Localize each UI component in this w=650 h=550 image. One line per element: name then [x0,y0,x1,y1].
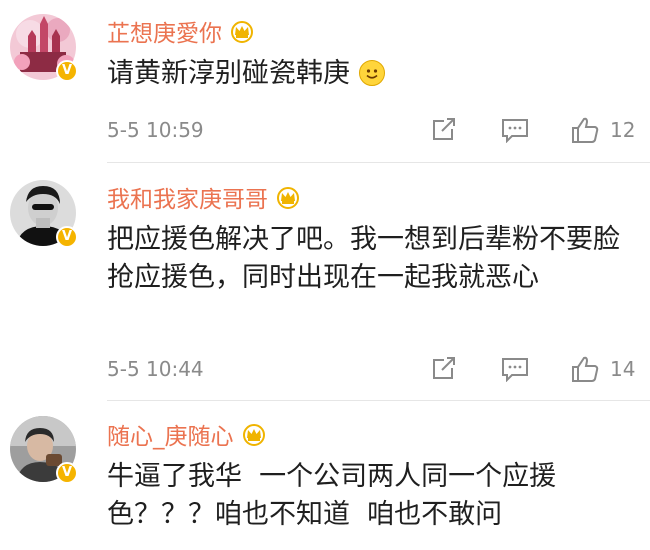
like-button[interactable]: 14 [570,355,635,383]
comment-text: 请黄新淳别碰瓷韩庚 [107,55,627,93]
verified-badge-icon: V [56,60,78,82]
timestamp: 5-5 10:44 [107,357,204,381]
like-count: 12 [610,118,636,142]
username[interactable]: 我和我家庚哥哥 [107,180,302,214]
verified-badge-icon: V [56,226,78,248]
share-icon [433,357,455,379]
thumbs-up-icon [572,117,599,143]
username-text[interactable]: 芷想庚愛你 [107,14,222,48]
verified-badge-icon: V [56,462,78,484]
avatar[interactable]: V [10,14,78,82]
username-text[interactable]: 我和我家庚哥哥 [107,180,268,214]
smiley-emoji-icon [358,60,385,86]
username-text[interactable]: 随心_庚随心 [107,417,234,451]
username[interactable]: 芷想庚愛你 [107,14,256,48]
crown-icon [231,21,253,43]
share-icon [433,118,455,140]
comment-icon [502,119,528,143]
divider [107,400,650,401]
avatar[interactable]: V [10,180,78,248]
thumbs-up-icon [572,356,599,382]
reply-button[interactable] [500,356,570,382]
forward-button[interactable] [430,117,500,143]
forward-button[interactable] [430,356,500,382]
comment-actions: 14 [430,355,640,383]
reply-button[interactable] [500,117,570,143]
avatar[interactable]: V [10,416,78,484]
crown-icon [242,424,265,446]
comment-text-content: 请黄新淳别碰瓷韩庚 [107,58,350,89]
username[interactable]: 随心_庚随心 [107,417,268,451]
comment-text: 把应援色解决了吧。我一想到后辈粉不要脸抢应援色，同时出现在一起我就恶心 [107,224,620,293]
crown-icon [277,187,299,209]
comment-icon [502,358,528,382]
comment-actions: 12 [430,116,640,144]
timestamp: 5-5 10:59 [107,118,204,142]
like-button[interactable]: 12 [570,116,635,144]
divider [107,162,650,163]
like-count: 14 [610,357,636,381]
comment-text: 牛逼了我华 一个公司两人同一个应援色？？？咱也不知道 咱也不敢问 [107,461,557,530]
